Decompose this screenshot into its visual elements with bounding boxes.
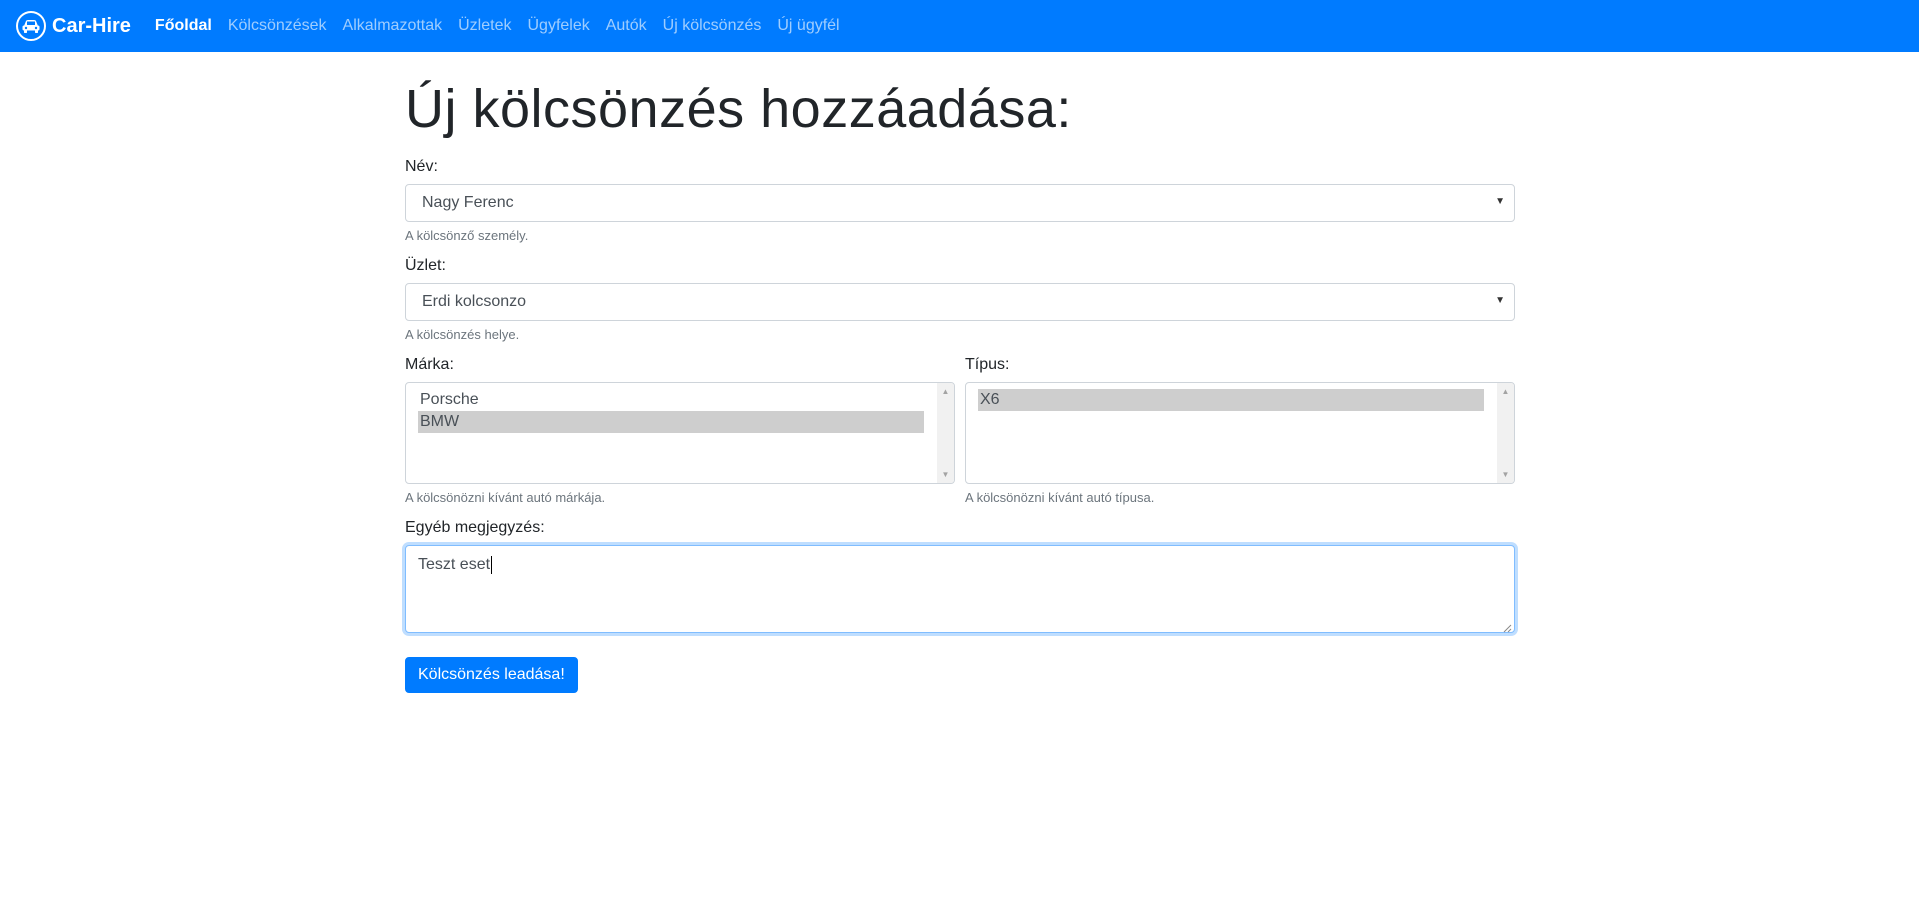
type-help: A kölcsönözni kívánt autó típusa. [965, 489, 1155, 505]
shop-select-value: Erdi kolcsonzo [422, 292, 527, 310]
dropdown-arrow-icon: ▼ [1495, 294, 1505, 306]
text-caret [491, 555, 493, 574]
nav-menu: Főoldal Kölcsönzések Alkalmazottak Üzlet… [155, 17, 856, 35]
brand-option-porsche[interactable]: Porsche [418, 389, 924, 411]
nav-item-home[interactable]: Főoldal [155, 17, 212, 35]
brand-group: Márka: Porsche BMW ▲ ▼ A kölcsönözni kív… [405, 356, 955, 505]
brand-label: Márka: [405, 355, 454, 373]
name-select-value: Nagy Ferenc [422, 193, 514, 211]
shop-help: A kölcsönzés helye. [405, 326, 520, 342]
name-group: Név: Nagy Ferenc ▼ A kölcsönző személy. [405, 158, 1515, 243]
type-listbox[interactable]: X6 ▲ ▼ [965, 381, 1515, 484]
nav-item-employees[interactable]: Alkalmazottak [343, 17, 443, 35]
note-label: Egyéb megjegyzés: [405, 518, 545, 536]
brand-listbox[interactable]: Porsche BMW ▲ ▼ [405, 381, 955, 484]
resize-handle-icon[interactable] [1502, 620, 1512, 633]
car-selection-row: Márka: Porsche BMW ▲ ▼ A kölcsönözni kív… [405, 356, 1515, 505]
scroll-up-icon[interactable]: ▲ [937, 383, 954, 400]
nav-item-cars[interactable]: Autók [606, 17, 647, 35]
brand-option-bmw[interactable]: BMW [418, 410, 924, 433]
nav-item-shops[interactable]: Üzletek [458, 17, 511, 35]
main-content: Új kölcsönzés hozzáadása: Név: Nagy Fere… [405, 52, 1515, 693]
type-label: Típus: [965, 355, 1010, 373]
brand-help: A kölcsönözni kívánt autó márkája. [405, 489, 606, 505]
note-group: Egyéb megjegyzés: Teszt eset [405, 519, 1515, 633]
note-textarea[interactable]: Teszt eset [405, 544, 1515, 633]
type-group: Típus: X6 ▲ ▼ A kölcsönözni kívánt autó … [965, 356, 1515, 505]
scroll-up-icon[interactable]: ▲ [1497, 383, 1514, 400]
scroll-down-icon[interactable]: ▼ [937, 466, 954, 483]
page-title: Új kölcsönzés hozzáadása: [405, 79, 1072, 139]
brand-scrollbar[interactable]: ▲ ▼ [937, 382, 954, 483]
nav-item-new-customer[interactable]: Új ügyfél [777, 17, 839, 35]
type-option-x6[interactable]: X6 [978, 388, 1484, 411]
name-label: Név: [405, 157, 438, 175]
nav-item-customers[interactable]: Ügyfelek [527, 17, 589, 35]
brand-link[interactable]: Car-Hire [16, 11, 131, 41]
brand-name: Car-Hire [52, 14, 131, 37]
shop-label: Üzlet: [405, 256, 446, 274]
name-select[interactable]: Nagy Ferenc ▼ [405, 183, 1515, 222]
submit-button[interactable]: Kölcsönzés leadása! [405, 656, 578, 693]
dropdown-arrow-icon: ▼ [1495, 195, 1505, 207]
scroll-down-icon[interactable]: ▼ [1497, 466, 1514, 483]
car-icon [16, 11, 46, 41]
shop-group: Üzlet: Erdi kolcsonzo ▼ A kölcsönzés hel… [405, 257, 1515, 342]
note-text: Teszt eset [418, 556, 491, 574]
navbar: Car-Hire Főoldal Kölcsönzések Alkalmazot… [0, 0, 1919, 52]
type-scrollbar[interactable]: ▲ ▼ [1497, 382, 1514, 483]
nav-item-rentals[interactable]: Kölcsönzések [228, 17, 327, 35]
new-rental-form: Név: Nagy Ferenc ▼ A kölcsönző személy. … [405, 158, 1515, 693]
shop-select[interactable]: Erdi kolcsonzo ▼ [405, 282, 1515, 321]
nav-item-new-rental[interactable]: Új kölcsönzés [663, 17, 762, 35]
name-help: A kölcsönző személy. [405, 227, 529, 243]
